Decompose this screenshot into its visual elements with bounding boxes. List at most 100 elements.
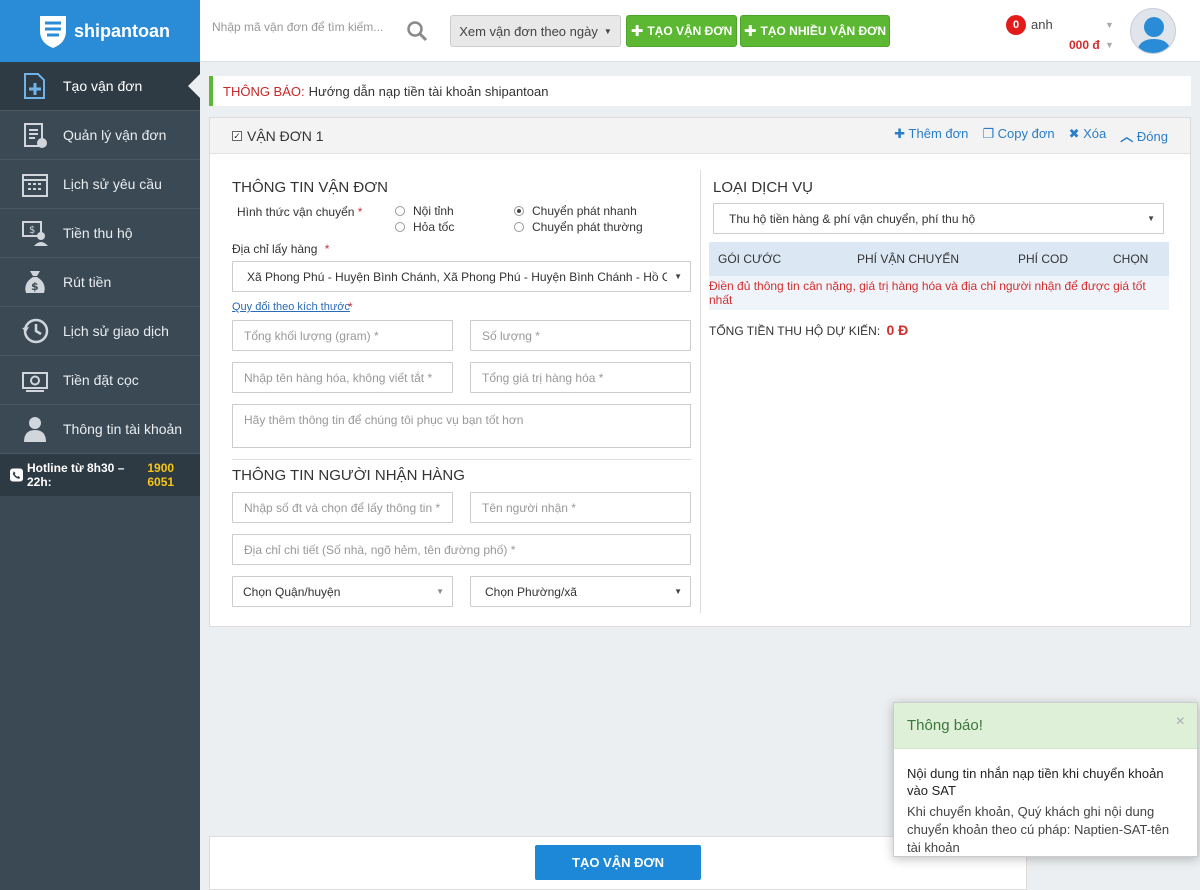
radio-button-icon xyxy=(514,222,524,232)
receiver-address-input[interactable]: Địa chỉ chi tiết (Số nhà, ngõ hẻm, tên đ… xyxy=(232,534,691,565)
copy-order-action[interactable]: ❐ Copy đơn xyxy=(982,126,1054,145)
radio-button-icon xyxy=(395,222,405,232)
caret-down-icon[interactable]: ▼ xyxy=(1105,40,1114,50)
radio-label: Hỏa tốc xyxy=(413,220,455,234)
toast-title: Nội dung tin nhắn nạp tiền khi chuyển kh… xyxy=(907,766,1164,798)
receiver-name-input[interactable]: Tên người nhận * xyxy=(470,492,691,523)
column-header: PHÍ COD xyxy=(1018,252,1069,266)
history-icon xyxy=(20,316,50,346)
caret-down-icon[interactable]: ▼ xyxy=(1105,20,1114,30)
pickup-address-select[interactable]: Xã Phong Phú - Huyện Bình Chánh, Xã Phon… xyxy=(232,261,691,292)
copy-order-label: Copy đơn xyxy=(997,126,1055,141)
avatar[interactable] xyxy=(1130,8,1176,54)
weight-input[interactable]: Tổng khối lượng (gram) * xyxy=(232,320,453,351)
district-select-value: Chọn Quận/huyện xyxy=(243,584,341,599)
create-many-button[interactable]: ✚ TẠO NHIỀU VẬN ĐƠN xyxy=(740,15,890,47)
sidebar-item-label: Tạo vận đơn xyxy=(63,78,143,94)
radio-label: Chuyển phát nhanh xyxy=(532,204,637,218)
order-title: VẬN ĐƠN 1 xyxy=(247,127,324,144)
ward-select-value: Chọn Phường/xã xyxy=(485,584,577,599)
svg-text:$: $ xyxy=(29,225,35,236)
notice-label: THÔNG BÁO: xyxy=(223,83,305,99)
add-order-label: Thêm đơn xyxy=(908,126,969,141)
radio-chuyen-phat-thuong[interactable]: Chuyển phát thường xyxy=(514,220,643,234)
notification-toast: Thông báo! × Nội dung tin nhắn nạp tiền … xyxy=(893,702,1198,857)
notice-text[interactable]: Hướng dẫn nạp tiền tài khoản shipantoan xyxy=(309,84,549,99)
sidebar-item-manage-orders[interactable]: Quản lý vận đơn xyxy=(0,111,200,160)
service-table-hint: Điền đủ thông tin cân nặng, giá trị hàng… xyxy=(709,276,1169,310)
sidebar-item-label: Tiền thu hộ xyxy=(63,225,133,241)
collapse-order-label: Đóng xyxy=(1136,129,1168,144)
column-header: CHỌN xyxy=(1113,252,1149,266)
sidebar-item-label: Lịch sử giao dịch xyxy=(63,323,169,339)
caret-down-icon: ▼ xyxy=(603,26,612,36)
radio-hoa-toc[interactable]: Hỏa tốc xyxy=(395,220,454,234)
note-textarea[interactable]: Hãy thêm thông tin để chúng tôi phục vụ … xyxy=(232,404,691,448)
shipping-info-title: THÔNG TIN VẬN ĐƠN xyxy=(232,179,388,196)
topbar: Xem vận đơn theo ngày ▼ ✚ TẠO VẬN ĐƠN ✚ … xyxy=(200,0,1200,62)
sidebar-item-transaction-history[interactable]: Lịch sử giao dịch xyxy=(0,307,200,356)
section-divider xyxy=(232,459,691,460)
required-marker: * xyxy=(348,300,353,314)
notice-banner[interactable]: THÔNG BÁO: Hướng dẫn nạp tiền tài khoản … xyxy=(209,76,1191,106)
sidebar-item-account[interactable]: Thông tin tài khoản xyxy=(0,405,200,454)
shield-logo-icon xyxy=(40,16,66,48)
cash-collect-icon: $ xyxy=(20,218,50,248)
clipboard-check-icon xyxy=(20,120,50,150)
radio-button-icon xyxy=(514,206,524,216)
radio-label: Chuyển phát thường xyxy=(532,220,643,234)
sidebar-item-label: Quản lý vận đơn xyxy=(63,127,167,143)
service-type-value: Thu hộ tiền hàng & phí vận chuyển, phí t… xyxy=(729,211,976,226)
balance[interactable]: 000 đ xyxy=(1069,38,1100,52)
sidebar-item-deposit[interactable]: Tiền đặt cọc xyxy=(0,356,200,405)
collapse-order-action[interactable]: ︿ Đóng xyxy=(1120,126,1168,145)
delete-order-action[interactable]: ✖ Xóa xyxy=(1069,126,1107,145)
cod-total-label: TỔNG TIỀN THU HỘ DỰ KIẾN: xyxy=(709,324,881,338)
user-name[interactable]: anh xyxy=(1031,17,1053,32)
service-type-title: LOẠI DỊCH VỤ xyxy=(713,179,814,196)
create-order-label: TẠO VẬN ĐƠN xyxy=(647,24,733,38)
ward-select[interactable]: Chọn Phường/xã ▼ xyxy=(470,576,691,607)
view-by-date-dropdown[interactable]: Xem vận đơn theo ngày ▼ xyxy=(450,15,621,47)
add-order-action[interactable]: ✚ Thêm đơn xyxy=(894,126,968,145)
service-type-select[interactable]: Thu hộ tiền hàng & phí vận chuyển, phí t… xyxy=(713,203,1164,234)
shipping-method-label: Hình thức vận chuyển * xyxy=(237,205,363,219)
plus-icon: ✚ xyxy=(743,23,757,40)
search-icon[interactable] xyxy=(406,20,428,45)
radio-noi-tinh[interactable]: Nội tỉnh xyxy=(395,204,454,218)
sidebar-item-withdraw[interactable]: $ Rút tiền xyxy=(0,258,200,307)
sidebar-item-label: Rút tiền xyxy=(63,274,112,290)
view-by-date-label: Xem vận đơn theo ngày xyxy=(459,23,598,39)
sidebar-item-create-order[interactable]: Tạo vận đơn xyxy=(0,62,200,111)
convert-by-size-link[interactable]: Quy đổi theo kích thước xyxy=(232,301,350,313)
delete-order-label: Xóa xyxy=(1083,126,1107,141)
goods-value-input[interactable]: Tổng giá trị hàng hóa * xyxy=(470,362,691,393)
caret-down-icon: ▼ xyxy=(674,587,682,596)
deposit-icon xyxy=(20,365,50,395)
sidebar-item-request-history[interactable]: Lịch sử yêu cầu xyxy=(0,160,200,209)
district-select[interactable]: Chọn Quận/huyện ▼ xyxy=(232,576,453,607)
quantity-input[interactable]: Số lượng * xyxy=(470,320,691,351)
goods-name-input[interactable]: Nhập tên hàng hóa, không viết tắt * xyxy=(232,362,453,393)
notification-badge[interactable]: 0 xyxy=(1006,15,1026,35)
create-order-button[interactable]: ✚ TẠO VẬN ĐƠN xyxy=(626,15,737,47)
order-card-header: ✓ VẬN ĐƠN 1 ✚ Thêm đơn ❐ Copy đơn ✖ Xóa … xyxy=(210,118,1190,154)
submit-create-order-button[interactable]: TẠO VẬN ĐƠN xyxy=(535,845,701,880)
pickup-address-label: Địa chỉ lấy hàng * xyxy=(232,242,330,256)
radio-chuyen-phat-nhanh[interactable]: Chuyển phát nhanh xyxy=(514,204,637,218)
logo[interactable]: shipantoan xyxy=(0,0,200,62)
sidebar-item-cod[interactable]: $ Tiền thu hộ xyxy=(0,209,200,258)
hotline-number[interactable]: 1900 6051 xyxy=(147,461,200,489)
chevron-up-icon: ︿ xyxy=(1120,129,1134,144)
search-input[interactable] xyxy=(212,20,402,34)
money-bag-icon: $ xyxy=(20,267,50,297)
plus-icon: ✚ xyxy=(630,23,644,40)
sidebar-item-label: Thông tin tài khoản xyxy=(63,421,183,437)
hotline: Hotline từ 8h30 – 22h: 1900 6051 xyxy=(0,454,200,496)
column-header: GÓI CƯỚC xyxy=(718,252,782,266)
sidebar: shipantoan Tạo vận đơn Quản lý vận đơn L… xyxy=(0,0,200,890)
user-avatar-icon xyxy=(1137,17,1171,53)
close-icon[interactable]: × xyxy=(1176,713,1185,731)
order-checkbox[interactable]: ✓ xyxy=(232,130,242,141)
receiver-phone-input[interactable]: Nhập số đt và chọn để lấy thông tin * xyxy=(232,492,453,523)
